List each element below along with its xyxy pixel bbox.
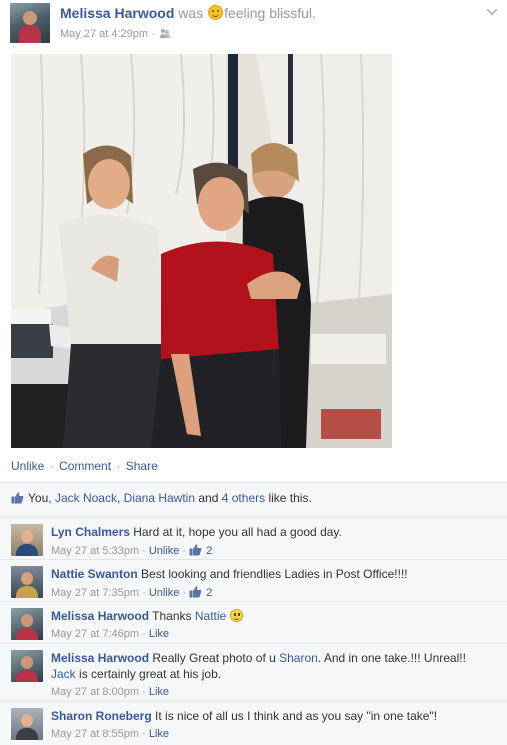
- mention-link[interactable]: Jack: [51, 667, 76, 681]
- likes-and: and: [198, 491, 219, 505]
- verb-text: was: [178, 5, 204, 21]
- likes-sentence: You, Jack Noack, Diana Hawtin and 4 othe…: [11, 491, 312, 505]
- thumbs-up-icon: [189, 586, 202, 598]
- liker-link[interactable]: Jack Noack: [55, 491, 117, 505]
- comment-body: Sharon Roneberg It is nice of all us I t…: [51, 708, 496, 741]
- post-timestamp[interactable]: May 27 at 4:29pm: [60, 28, 148, 40]
- avatar-shoulders: [16, 670, 38, 682]
- divider: [0, 643, 507, 644]
- divider: [0, 601, 507, 602]
- meta-separator: ·: [151, 28, 155, 40]
- avatar-face: [21, 530, 33, 543]
- unlike-link[interactable]: Unlike: [11, 459, 44, 473]
- comment-like-count[interactable]: 2: [206, 545, 212, 557]
- feed-story: Melissa Harwood was feeling blissful. Ma…: [0, 0, 507, 745]
- thumbs-up-icon: [189, 544, 202, 556]
- comment-meta: May 27 at 8:00pm · Like: [51, 686, 170, 698]
- comment-like-link[interactable]: Like: [149, 628, 169, 640]
- likes-you: You,: [28, 491, 52, 505]
- comment-text: Hard at it, hope you all had a good day.: [133, 525, 342, 539]
- avatar-face: [21, 714, 33, 727]
- mention-link[interactable]: Sharon: [279, 651, 318, 665]
- comment-body: Melissa Harwood Thanks Nattie May 27 at …: [51, 608, 496, 641]
- comment-text: . And in one take.!!! Unreal!!: [317, 651, 466, 665]
- comment-timestamp[interactable]: May 27 at 5:33pm: [51, 545, 139, 557]
- divider: [0, 559, 507, 560]
- comment-timestamp[interactable]: May 27 at 7:46pm: [51, 628, 139, 640]
- comment-text: Thanks: [152, 609, 192, 623]
- avatar-face: [21, 614, 33, 627]
- comment-text: It is nice of all us I think and as you …: [155, 709, 438, 723]
- comment-unlike-link[interactable]: Unlike: [149, 545, 180, 557]
- comment-meta: May 27 at 7:46pm · Like: [51, 628, 170, 640]
- author-avatar[interactable]: [10, 3, 50, 43]
- comment-text: is certainly great at his job.: [79, 667, 222, 681]
- avatar-shoulders: [16, 728, 38, 740]
- commenter-avatar[interactable]: [11, 650, 43, 682]
- avatar-shoulders: [16, 628, 38, 640]
- post-photo[interactable]: [11, 54, 392, 448]
- comment-timestamp[interactable]: May 27 at 8:00pm: [51, 686, 139, 698]
- commenter-avatar[interactable]: [11, 708, 43, 740]
- commenter-name-link[interactable]: Nattie Swanton: [51, 567, 138, 581]
- divider: [0, 701, 507, 702]
- divider: [0, 517, 507, 518]
- commenter-name-link[interactable]: Melissa Harwood: [51, 609, 149, 623]
- others-link[interactable]: 4 others: [222, 491, 265, 505]
- post-actions: Unlike · Comment · Share: [11, 459, 158, 473]
- comment-like-count[interactable]: 2: [206, 587, 212, 599]
- commenter-avatar[interactable]: [11, 566, 43, 598]
- feedback-section: You, Jack Noack, Diana Hawtin and 4 othe…: [0, 482, 507, 745]
- thumbs-up-icon: [11, 492, 24, 504]
- commenter-name-link[interactable]: Sharon Roneberg: [51, 709, 152, 723]
- comment-timestamp[interactable]: May 27 at 8:55pm: [51, 728, 139, 740]
- mention-link[interactable]: Nattie: [195, 609, 226, 623]
- likes-comma: ,: [116, 491, 121, 505]
- photo-illustration: [11, 54, 392, 448]
- story-title: Melissa Harwood was feeling blissful.: [60, 5, 316, 21]
- comment-text: Really Great photo of u: [152, 651, 276, 665]
- action-separator: ·: [116, 459, 121, 473]
- comment-like-link[interactable]: Like: [149, 686, 169, 698]
- comment-meta: May 27 at 8:55pm · Like: [51, 728, 170, 740]
- comment-meta: May 27 at 7:35pm · Unlike · 2: [51, 586, 213, 599]
- commenter-name-link[interactable]: Melissa Harwood: [51, 651, 149, 665]
- liker-link[interactable]: Diana Hawtin: [124, 491, 195, 505]
- smiley-icon: [208, 5, 224, 20]
- comment-body: Melissa Harwood Really Great photo of u …: [51, 650, 496, 699]
- feeling-text: feeling blissful.: [224, 5, 316, 21]
- commenter-avatar[interactable]: [11, 608, 43, 640]
- post-meta: May 27 at 4:29pm ·: [60, 28, 170, 40]
- avatar-face: [21, 572, 33, 585]
- likes-suffix: like this.: [268, 491, 312, 505]
- comment-meta: May 27 at 5:33pm · Unlike · 2: [51, 544, 213, 557]
- avatar-face: [21, 656, 33, 669]
- story-header: Melissa Harwood was feeling blissful. Ma…: [10, 3, 500, 43]
- comment-body: Nattie Swanton Best looking and friendli…: [51, 566, 496, 600]
- action-separator: ·: [49, 459, 54, 473]
- comment-timestamp[interactable]: May 27 at 7:35pm: [51, 587, 139, 599]
- share-link[interactable]: Share: [126, 459, 158, 473]
- comment-text: Best looking and friendlies Ladies in Po…: [141, 567, 408, 581]
- commenter-avatar[interactable]: [11, 524, 43, 556]
- comment-link[interactable]: Comment: [59, 459, 111, 473]
- comment-body: Lyn Chalmers Hard at it, hope you all ha…: [51, 524, 496, 558]
- avatar-shoulders: [16, 544, 38, 556]
- avatar-shoulders: [16, 586, 38, 598]
- comment-unlike-link[interactable]: Unlike: [149, 587, 180, 599]
- chevron-down-icon[interactable]: [486, 5, 498, 17]
- commenter-name-link[interactable]: Lyn Chalmers: [51, 525, 130, 539]
- friends-icon[interactable]: [159, 29, 170, 38]
- author-name-link[interactable]: Melissa Harwood: [60, 5, 174, 21]
- comment-like-link[interactable]: Like: [149, 728, 169, 740]
- smiley-icon: [229, 609, 243, 622]
